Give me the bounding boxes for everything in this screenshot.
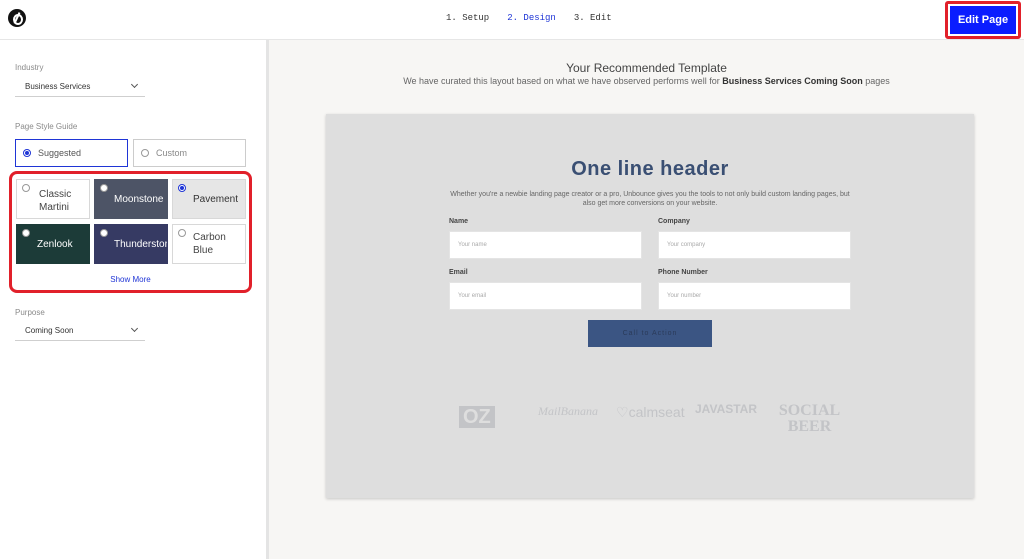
template-preview[interactable]: One line header Whether you're a newbie … — [326, 114, 974, 498]
style-guide-label: Page Style Guide — [15, 122, 78, 131]
radio-icon — [141, 149, 149, 157]
radio-icon — [23, 149, 31, 157]
email-label: Email — [449, 269, 468, 276]
industry-value: Business Services — [25, 82, 91, 91]
phone-input: Your number — [658, 282, 851, 310]
sidebar-divider — [266, 40, 269, 559]
logo-javastar: JAVASTAR — [695, 402, 758, 416]
chevron-down-icon — [130, 324, 139, 333]
subtitle-suffix: pages — [865, 76, 890, 86]
theme-carbon-blue[interactable]: Carbon Blue — [172, 224, 246, 264]
theme-name: Pavement — [193, 194, 239, 205]
preview-intro: Whether you're a newbie landing page cre… — [450, 191, 850, 207]
theme-grid-highlight: Classic Martini Moonstone Pavement Zenlo… — [9, 171, 252, 293]
radio-icon — [100, 184, 108, 192]
theme-name: Moonstone — [114, 194, 164, 205]
email-input: Your email — [449, 282, 642, 310]
radio-icon — [178, 229, 186, 237]
logo-mailbanana: MailBanana — [538, 404, 598, 418]
step-setup[interactable]: 1. Setup — [446, 13, 489, 23]
sidebar: Industry Business Services Page Style Gu… — [0, 40, 266, 559]
theme-name: Classic Martini — [39, 189, 72, 213]
step-edit[interactable]: 3. Edit — [574, 13, 612, 23]
theme-zenlook[interactable]: Zenlook — [16, 224, 90, 264]
purpose-label: Purpose — [15, 308, 45, 317]
theme-moonstone[interactable]: Moonstone — [94, 179, 168, 219]
subtitle-prefix: We have curated this layout based on wha… — [403, 76, 720, 86]
style-custom-label: Custom — [156, 148, 188, 158]
logo-calmseat-text: calmseat — [628, 404, 685, 420]
company-input: Your company — [658, 231, 851, 259]
theme-name: Zenlook — [37, 239, 73, 250]
chevron-down-icon — [130, 80, 139, 89]
edit-page-button[interactable]: Edit Page — [950, 6, 1016, 34]
purpose-value: Coming Soon — [25, 326, 74, 335]
step-nav: 1. Setup 2. Design 3. Edit — [446, 13, 612, 23]
radio-icon — [100, 229, 108, 237]
theme-name: Thunderstorm — [114, 239, 168, 250]
name-label: Name — [449, 218, 469, 225]
step-design[interactable]: 2. Design — [507, 13, 556, 23]
style-suggested-label: Suggested — [38, 148, 82, 158]
logo-oz: OZ — [459, 406, 495, 428]
logo-social-beer: SOCIAL BEER — [778, 402, 841, 435]
company-label: Company — [658, 218, 690, 225]
theme-pavement[interactable]: Pavement — [172, 179, 246, 219]
theme-thunderstorm[interactable]: Thunderstorm — [94, 224, 168, 264]
recommended-title: Your Recommended Template — [566, 61, 727, 75]
top-bar: 1. Setup 2. Design 3. Edit Edit Page — [0, 0, 1024, 40]
theme-classic-martini[interactable]: Classic Martini — [16, 179, 90, 219]
style-custom-option[interactable]: Custom — [133, 139, 246, 167]
call-to-action-button: Call to Action — [588, 320, 712, 347]
subtitle-bold: Business Services Coming Soon — [722, 76, 863, 86]
purpose-select[interactable]: Coming Soon — [15, 323, 145, 341]
theme-name: Carbon Blue — [193, 232, 226, 256]
radio-icon — [22, 184, 30, 192]
industry-label: Industry — [15, 63, 44, 72]
style-suggested-option[interactable]: Suggested — [15, 139, 128, 167]
name-input: Your name — [449, 231, 642, 259]
phone-label: Phone Number — [658, 269, 708, 276]
unbounce-logo-icon[interactable] — [8, 9, 26, 27]
radio-icon — [22, 229, 30, 237]
preview-header: One line header — [571, 158, 729, 180]
industry-select[interactable]: Business Services — [15, 79, 145, 97]
logo-calmseat: ♡calmseat — [616, 404, 685, 421]
edit-page-highlight: Edit Page — [945, 1, 1021, 39]
recommended-subtitle: We have curated this layout based on wha… — [269, 76, 1024, 86]
heart-icon: ♡ — [616, 404, 629, 420]
radio-icon — [178, 184, 186, 192]
show-more-link[interactable]: Show More — [12, 275, 249, 284]
